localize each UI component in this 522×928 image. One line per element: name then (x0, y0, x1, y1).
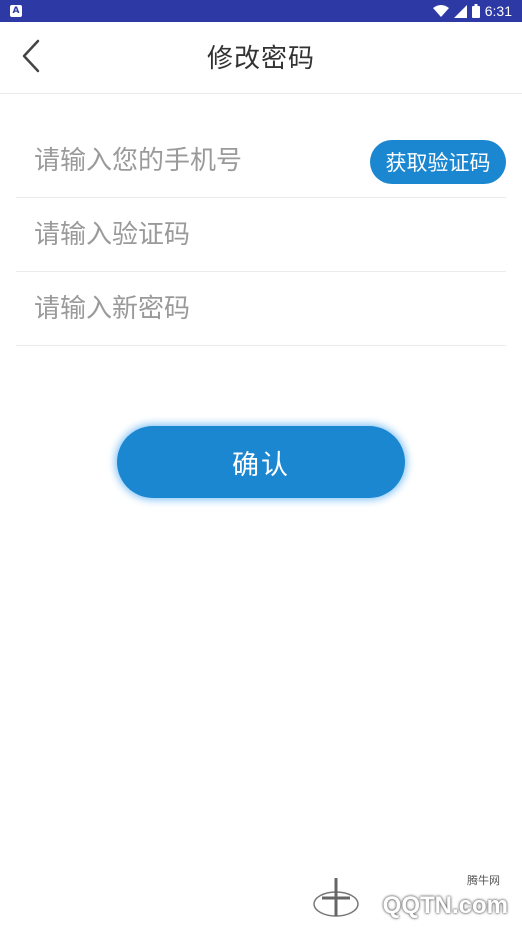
status-bar: A 6:31 (0, 0, 522, 22)
status-left: A (10, 5, 22, 17)
change-password-form: 获取验证码 (16, 124, 506, 346)
battery-icon (471, 4, 480, 18)
watermark: 腾牛网 QQTN.com (304, 872, 514, 924)
new-password-row (16, 272, 506, 346)
new-password-input[interactable] (16, 293, 506, 324)
watermark-logo-icon (313, 878, 359, 917)
status-right: 6:31 (432, 3, 512, 19)
confirm-button[interactable]: 确认 (117, 426, 405, 498)
watermark-text: QQTN.com (382, 892, 508, 919)
phone-input[interactable] (16, 145, 356, 176)
signal-icon (453, 4, 467, 18)
status-time: 6:31 (484, 3, 512, 19)
verification-code-input[interactable] (16, 219, 506, 250)
phone-row: 获取验证码 (16, 124, 506, 198)
code-row (16, 198, 506, 272)
top-bar: 修改密码 (0, 22, 522, 94)
wifi-icon (432, 4, 449, 17)
watermark-caption: 腾牛网 (467, 874, 500, 887)
notification-icon: A (10, 5, 22, 17)
get-code-button[interactable]: 获取验证码 (370, 140, 506, 184)
page-title: 修改密码 (206, 44, 315, 74)
